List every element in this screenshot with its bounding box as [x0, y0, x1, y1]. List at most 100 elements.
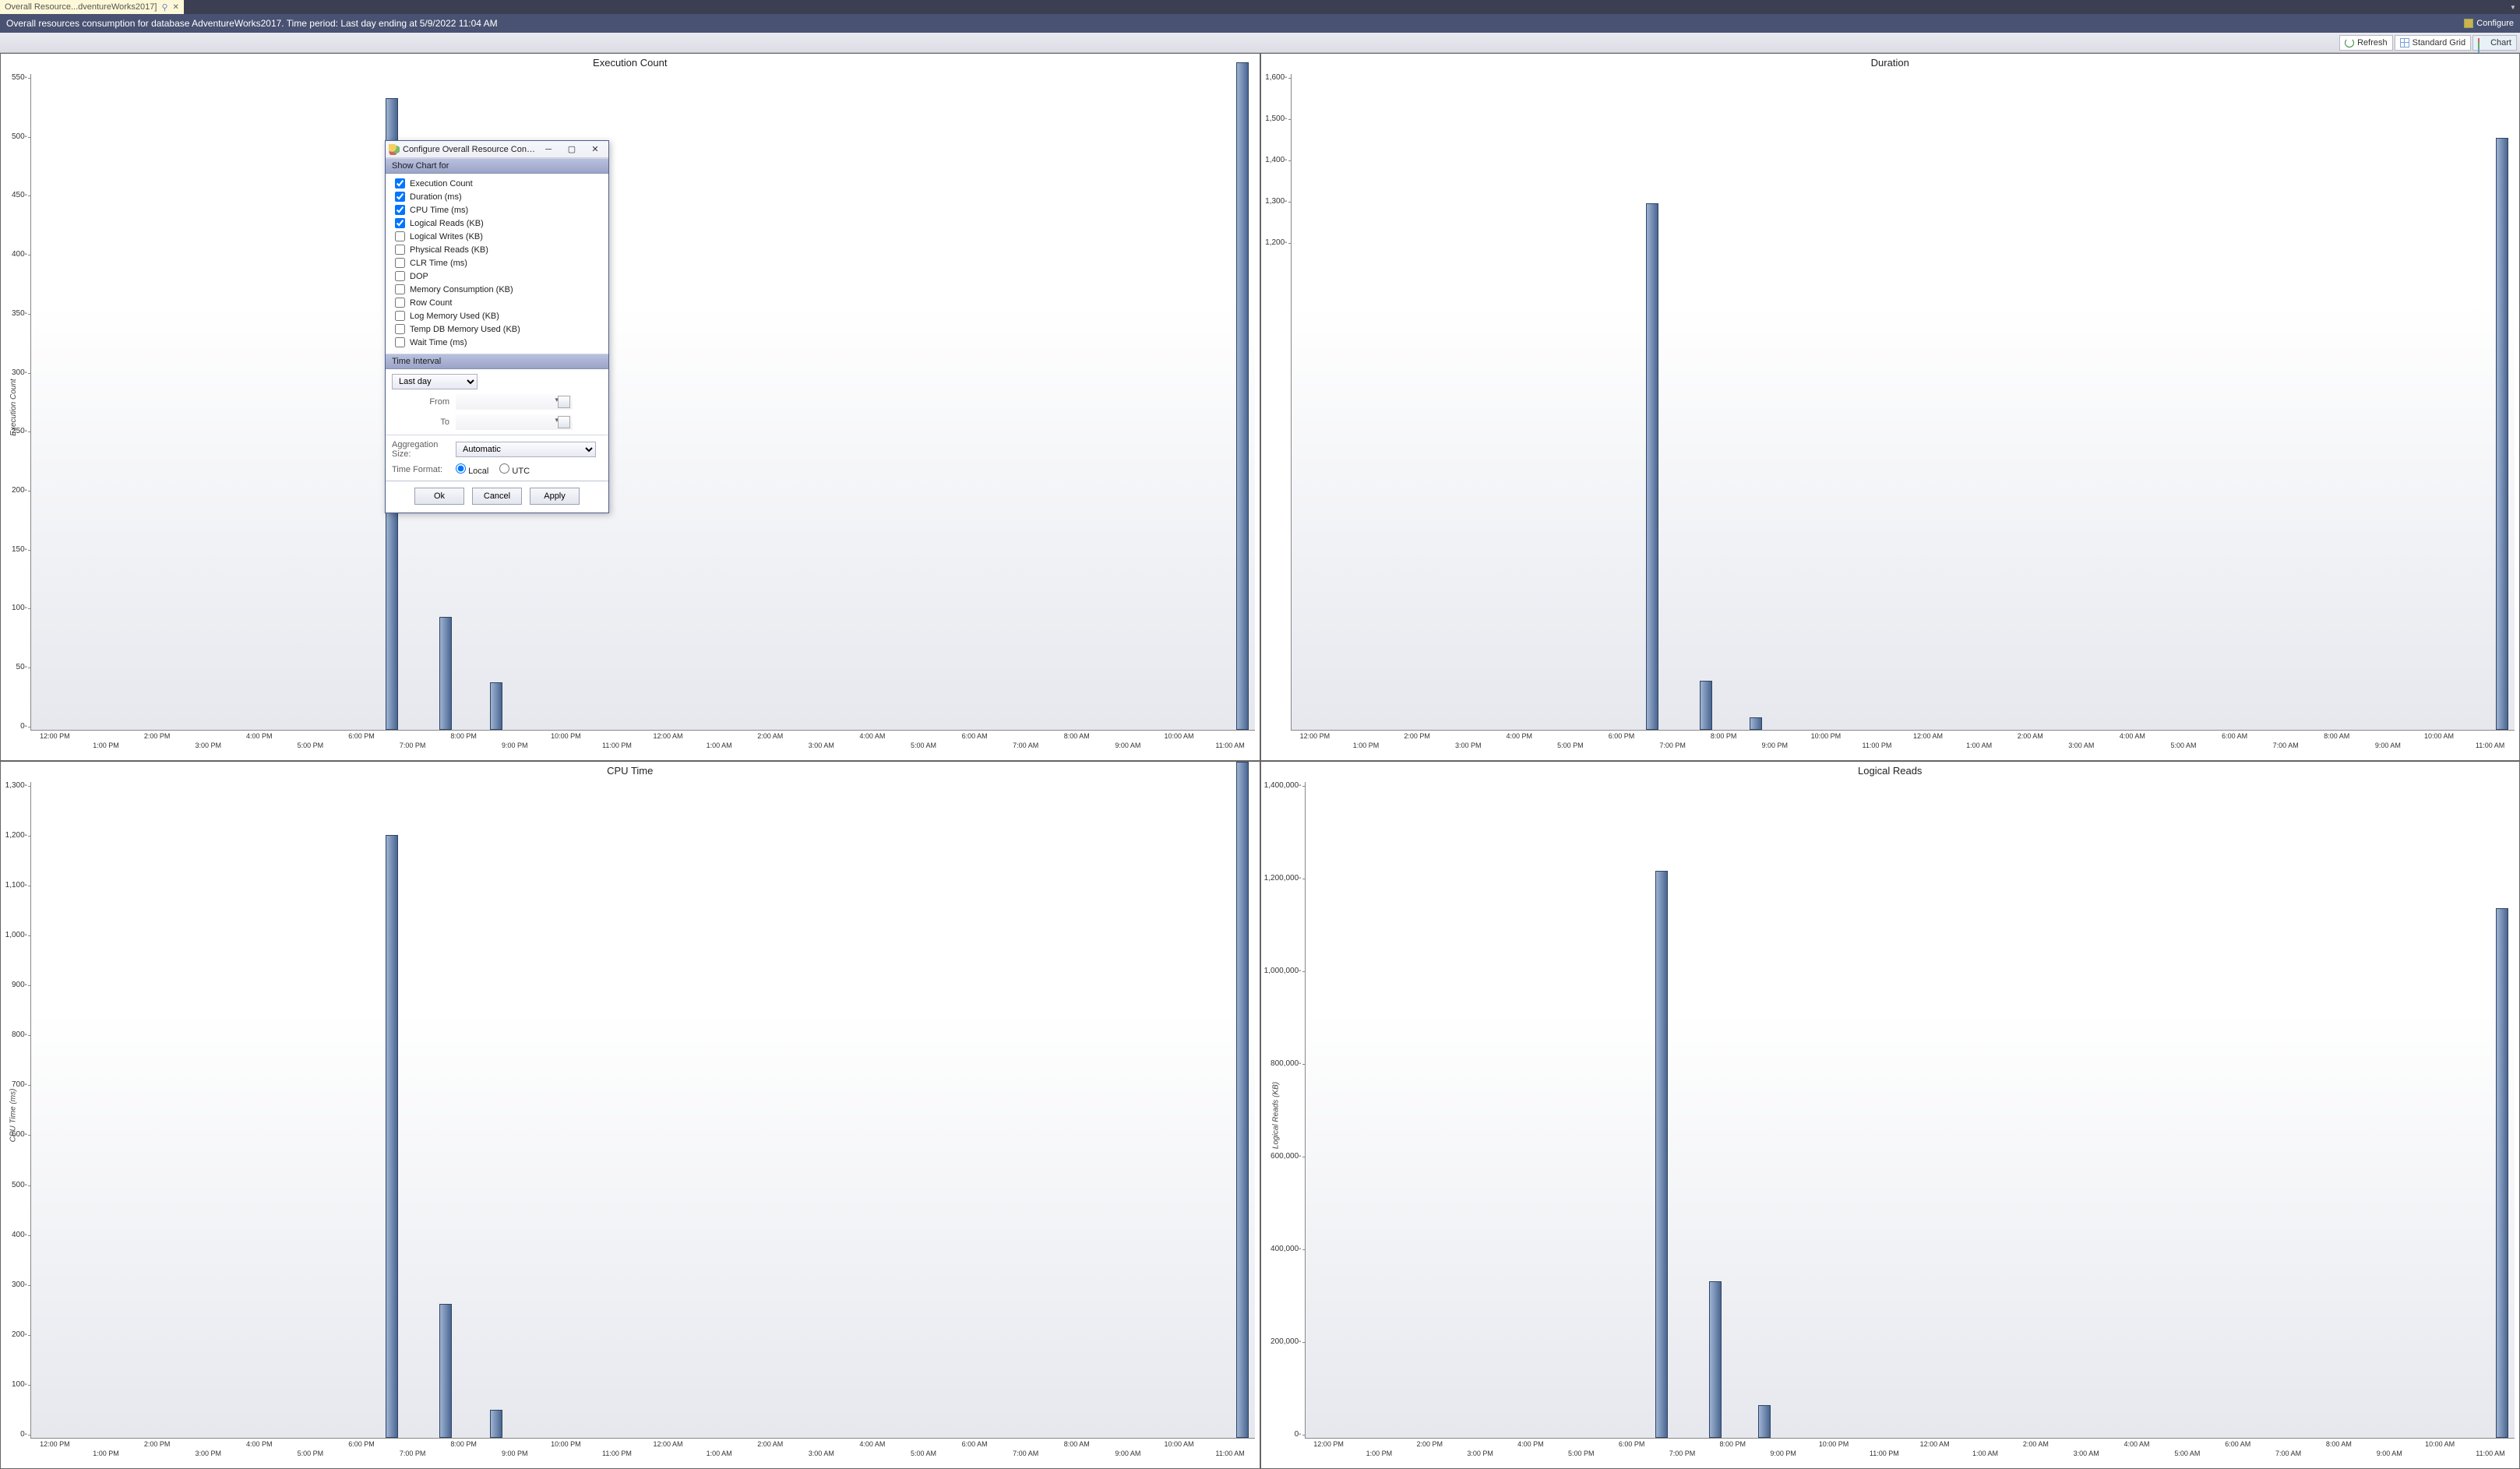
chart-title: CPU Time: [1, 762, 1260, 778]
to-label: To: [392, 417, 449, 427]
checkbox[interactable]: [395, 271, 405, 281]
minimize-button[interactable]: ─: [538, 143, 559, 157]
chart-option-0[interactable]: Execution Count: [395, 177, 602, 190]
bars: [31, 782, 1255, 1438]
standard-grid-label: Standard Grid: [2413, 38, 2465, 48]
refresh-button[interactable]: Refresh: [2339, 35, 2393, 51]
configure-button[interactable]: Configure: [2464, 19, 2514, 28]
bars: [1306, 782, 2515, 1438]
interval-select[interactable]: Last day: [392, 374, 478, 389]
bar[interactable]: [2496, 138, 2508, 730]
bars: [31, 74, 1255, 730]
x-ticks: 12:00 PM2:00 PM4:00 PM6:00 PM8:00 PM10:0…: [30, 732, 1255, 759]
from-datetime[interactable]: [456, 394, 573, 410]
chart-option-11[interactable]: Temp DB Memory Used (KB): [395, 322, 602, 336]
checkbox[interactable]: [395, 205, 405, 215]
chart-option-1[interactable]: Duration (ms): [395, 190, 602, 203]
plot-area[interactable]: [30, 74, 1255, 731]
grid-icon: [2400, 38, 2409, 48]
bar[interactable]: [1700, 681, 1712, 730]
chart-panel-exec[interactable]: Execution Count Execution Count 550-500-…: [0, 53, 1260, 761]
option-label: Row Count: [410, 298, 452, 308]
bar[interactable]: [1646, 203, 1658, 730]
pin-icon[interactable]: ⚲: [161, 2, 167, 12]
y-ticks: 1,600-1,500-1,400-1,300-1,200-: [1261, 74, 1288, 731]
chart-option-9[interactable]: Row Count: [395, 296, 602, 309]
checkbox[interactable]: [395, 337, 405, 347]
bar[interactable]: [439, 1304, 452, 1438]
chart-option-10[interactable]: Log Memory Used (KB): [395, 309, 602, 322]
checkbox[interactable]: [395, 192, 405, 202]
bar[interactable]: [439, 617, 452, 730]
tab-dropdown-icon[interactable]: ▼: [2508, 0, 2518, 14]
checkbox[interactable]: [395, 298, 405, 308]
chart-option-4[interactable]: Logical Writes (KB): [395, 230, 602, 243]
option-label: Logical Reads (KB): [410, 219, 484, 228]
dialog-title: Configure Overall Resource Consumption […: [403, 145, 535, 154]
plot-area[interactable]: [1305, 782, 2515, 1439]
radio-local[interactable]: Local: [456, 463, 488, 476]
option-label: Duration (ms): [410, 192, 462, 202]
chart-title: Logical Reads: [1261, 762, 2520, 778]
checkbox[interactable]: [395, 231, 405, 241]
chart-panel-dur[interactable]: Duration 1,600-1,500-1,400-1,300-1,200- …: [1260, 53, 2520, 761]
aggregation-row: Aggregation Size: Automatic Time Format:…: [386, 435, 608, 481]
checkbox[interactable]: [395, 311, 405, 321]
chart-title: Execution Count: [1, 54, 1260, 70]
plot-area[interactable]: [30, 782, 1255, 1439]
checkbox[interactable]: [395, 324, 405, 334]
chart-title: Duration: [1261, 54, 2520, 70]
standard-grid-button[interactable]: Standard Grid: [2395, 35, 2471, 51]
apply-button[interactable]: Apply: [530, 488, 580, 505]
bar[interactable]: [386, 835, 398, 1438]
option-label: Temp DB Memory Used (KB): [410, 325, 520, 334]
chart-option-7[interactable]: DOP: [395, 269, 602, 283]
charts-grid: Execution Count Execution Count 550-500-…: [0, 53, 2520, 1469]
chart-option-5[interactable]: Physical Reads (KB): [395, 243, 602, 256]
checkbox[interactable]: [395, 284, 405, 294]
section-time-interval-header: Time Interval: [386, 354, 608, 369]
maximize-button[interactable]: ▢: [562, 143, 582, 157]
chart-option-3[interactable]: Logical Reads (KB): [395, 217, 602, 230]
title-text: Overall resources consumption for databa…: [6, 18, 498, 29]
chart-panel-log[interactable]: Logical Reads Logical Reads (KB) 1,400,0…: [1260, 761, 2520, 1469]
checkbox[interactable]: [395, 178, 405, 188]
chart-option-12[interactable]: Wait Time (ms): [395, 336, 602, 349]
chart-button[interactable]: Chart: [2472, 35, 2517, 51]
x-ticks: 12:00 PM2:00 PM4:00 PM6:00 PM8:00 PM10:0…: [1291, 732, 2515, 759]
option-label: CLR Time (ms): [410, 259, 467, 268]
document-tab[interactable]: Overall Resource...dventureWorks2017] ⚲ …: [0, 0, 184, 14]
bar[interactable]: [1236, 762, 1249, 1438]
bar[interactable]: [1655, 871, 1668, 1438]
ok-button[interactable]: Ok: [414, 488, 464, 505]
chart-panel-cpu[interactable]: CPU Time CPU Time (ms) 1,300-1,200-1,100…: [0, 761, 1260, 1469]
chart-option-6[interactable]: CLR Time (ms): [395, 256, 602, 269]
bar[interactable]: [490, 1410, 502, 1438]
chart-option-2[interactable]: CPU Time (ms): [395, 203, 602, 217]
aggregation-select[interactable]: Automatic: [456, 442, 596, 457]
bar[interactable]: [1750, 717, 1762, 730]
y-ticks: 1,400,000-1,200,000-1,000,000-800,000-60…: [1261, 782, 1302, 1439]
option-label: Execution Count: [410, 179, 473, 188]
bar[interactable]: [1758, 1405, 1771, 1438]
checkbox[interactable]: [395, 218, 405, 228]
close-icon[interactable]: ✕: [173, 3, 179, 12]
chart-option-8[interactable]: Memory Consumption (KB): [395, 283, 602, 296]
checkbox[interactable]: [395, 245, 405, 255]
to-datetime[interactable]: [456, 414, 573, 430]
cancel-button[interactable]: Cancel: [472, 488, 522, 505]
bar[interactable]: [1236, 62, 1249, 730]
bar[interactable]: [2496, 908, 2508, 1438]
y-ticks: 550-500-450-400-350-300-250-200-150-100-…: [1, 74, 27, 731]
plot-area[interactable]: [1291, 74, 2515, 731]
radio-utc[interactable]: UTC: [499, 463, 530, 476]
chart-icon: [2478, 38, 2487, 48]
dialog-titlebar[interactable]: Configure Overall Resource Consumption […: [386, 141, 608, 158]
checkbox[interactable]: [395, 258, 405, 268]
option-label: Wait Time (ms): [410, 338, 467, 347]
configure-label: Configure: [2476, 19, 2514, 28]
close-button[interactable]: ✕: [585, 143, 605, 157]
configure-dialog: Configure Overall Resource Consumption […: [385, 140, 609, 513]
bar[interactable]: [1709, 1281, 1722, 1438]
bar[interactable]: [490, 682, 502, 730]
